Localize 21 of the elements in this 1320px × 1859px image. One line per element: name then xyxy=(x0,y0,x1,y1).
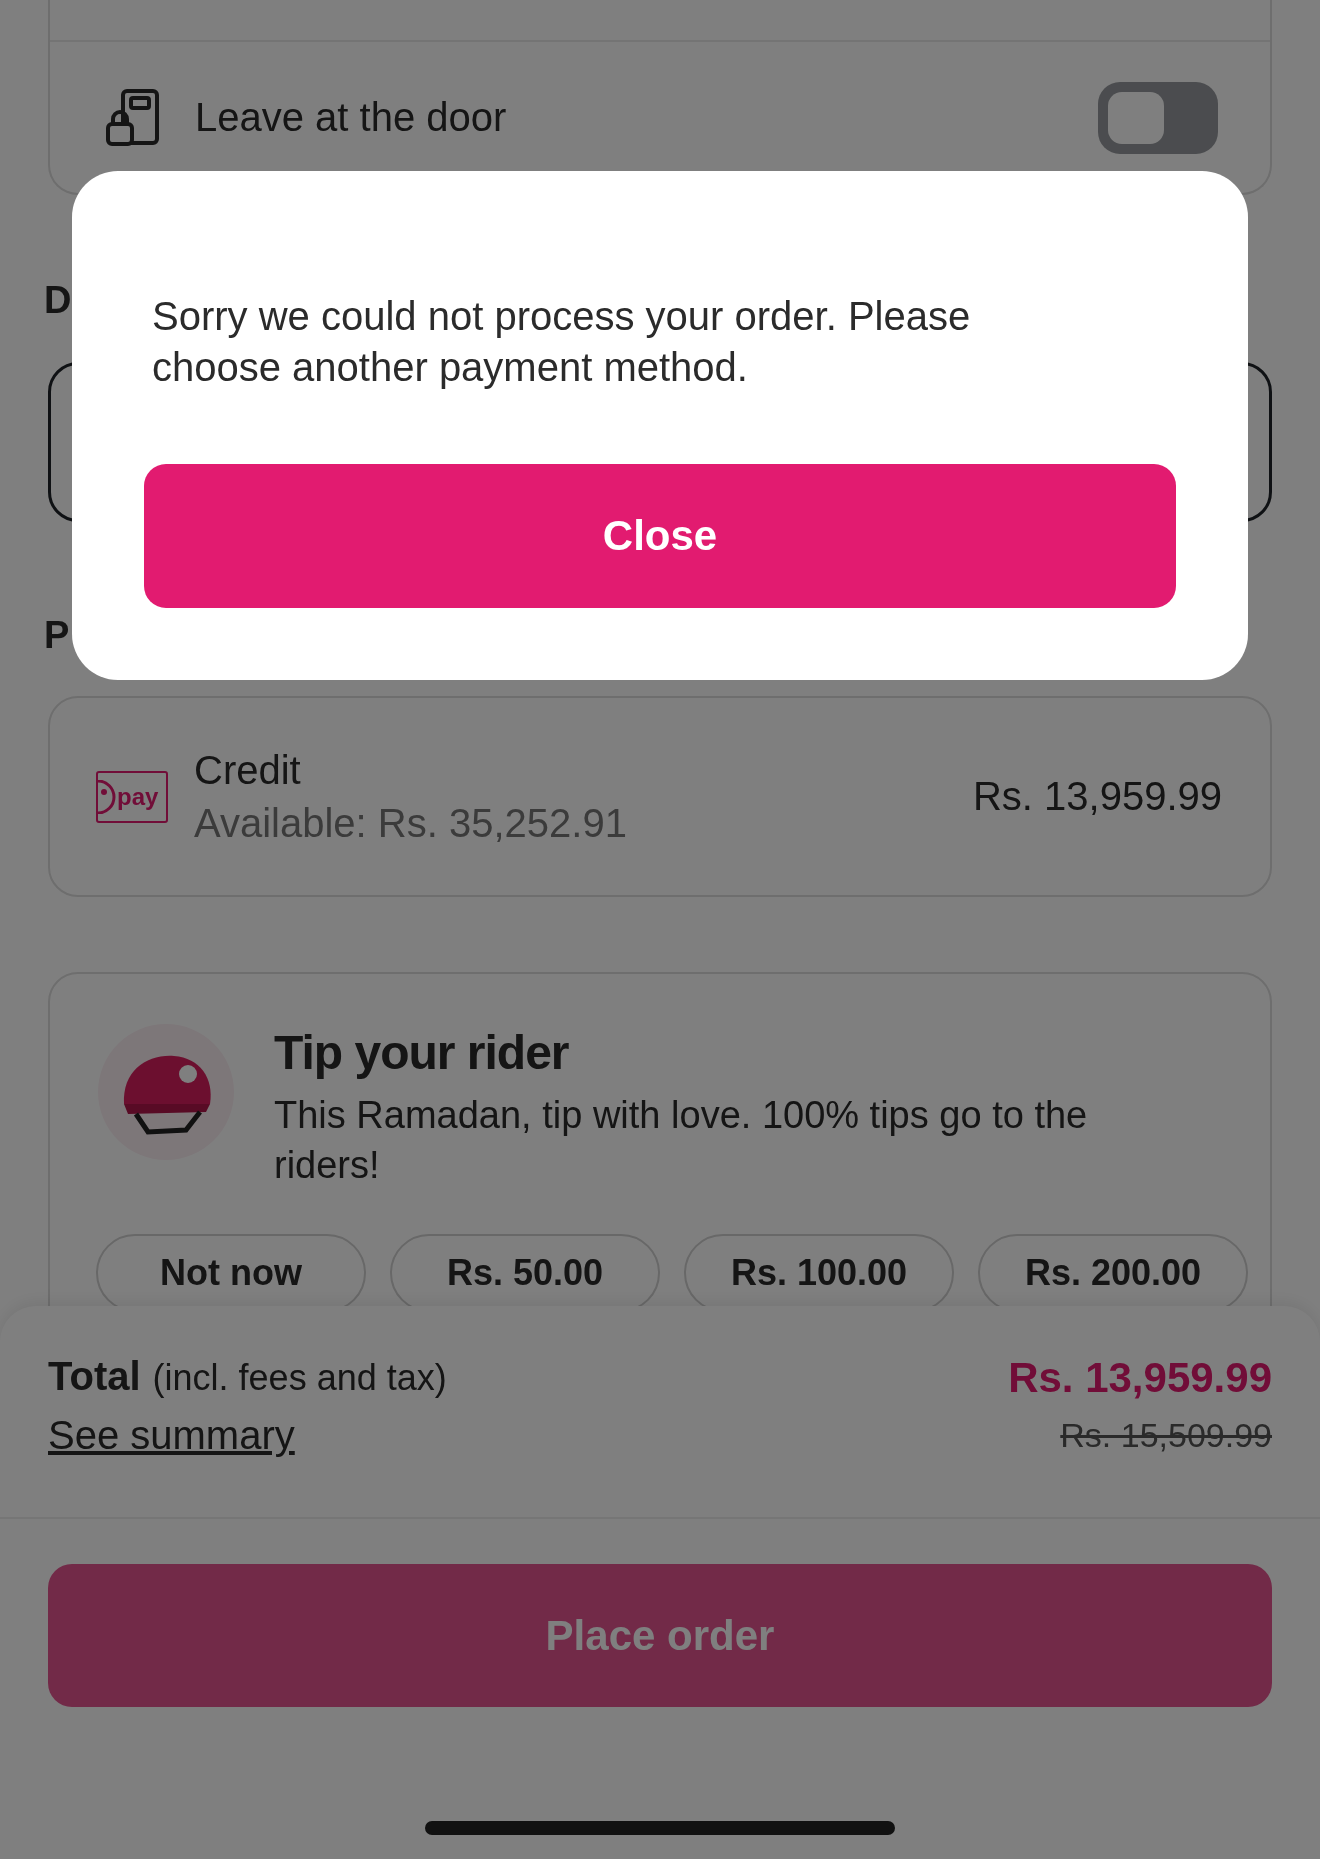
close-button[interactable]: Close xyxy=(144,464,1176,608)
payment-amount: Rs. 13,959.99 xyxy=(972,774,1222,819)
tip-title: Tip your rider xyxy=(274,1025,570,1081)
available-balance: Available: Rs. 35,252.91 xyxy=(194,800,628,846)
section-heading: P xyxy=(44,613,70,658)
total-amount: Rs. 13,959.99 xyxy=(1008,1354,1272,1402)
dialog-message: Sorry we could not process your order. Please choose another payment method. xyxy=(152,293,972,391)
total-label: Total xyxy=(48,1354,141,1399)
payment-name: Credit xyxy=(194,747,302,793)
logo-text: pay xyxy=(117,782,159,811)
tip-description: This Ramadan, tip with love. 100% tips go to the riders! xyxy=(274,1093,1089,1188)
payment-card[interactable]: pay Credit Available: Rs. 35,252.91 Rs. 13,959.99 xyxy=(48,696,1272,897)
total-note: (incl. fees and tax) xyxy=(152,1357,447,1399)
see-summary-link[interactable]: See summary xyxy=(48,1413,295,1458)
original-amount: Rs. 15,509.99 xyxy=(1060,1416,1272,1455)
section-heading: D xyxy=(44,278,72,323)
place-order-button[interactable]: Place order xyxy=(48,1564,1272,1707)
door-lock-icon xyxy=(105,87,161,148)
helmet-icon xyxy=(96,1022,236,1162)
toggle-switch[interactable] xyxy=(1098,81,1218,154)
option-label: Leave at the door xyxy=(195,95,508,140)
